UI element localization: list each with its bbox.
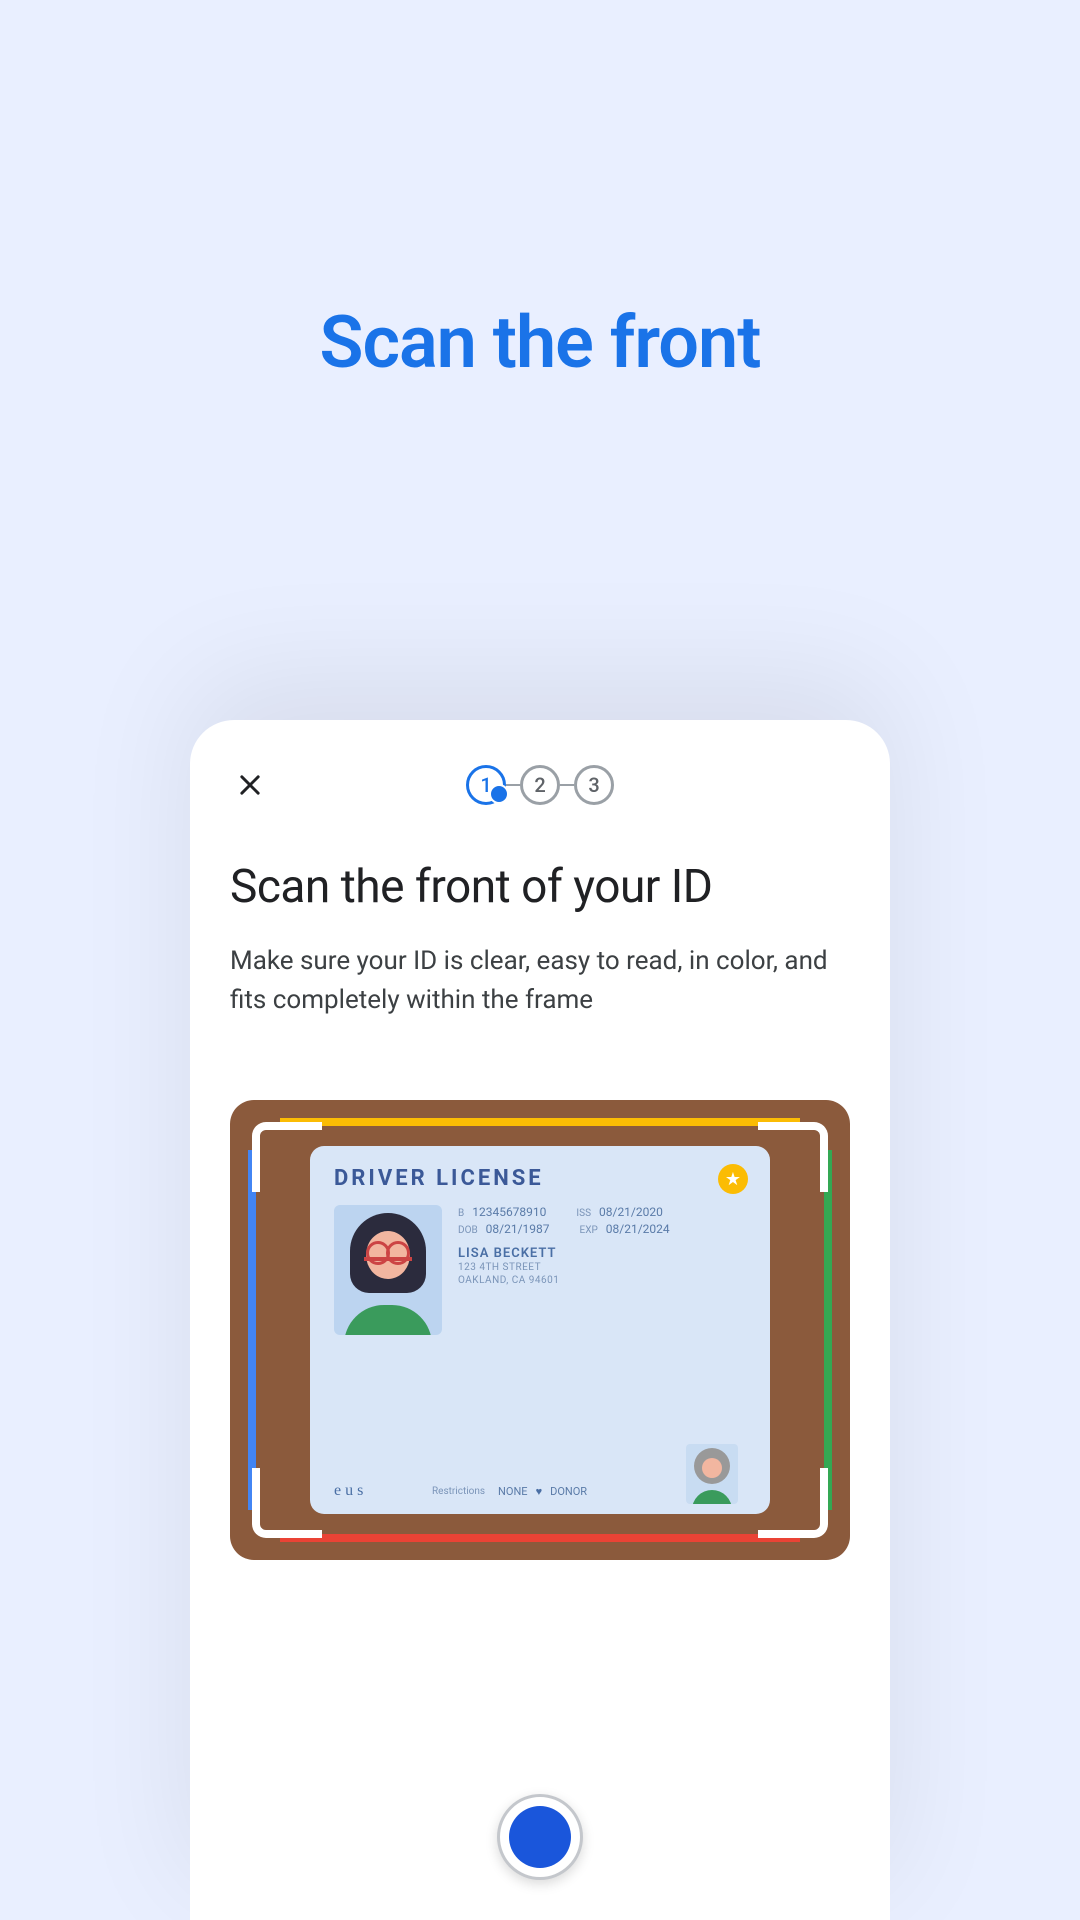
heart-icon: ♥ xyxy=(536,1485,543,1498)
close-icon xyxy=(236,771,264,799)
page-title: Scan the front xyxy=(0,0,1080,385)
frame-edge xyxy=(280,1118,800,1126)
id-card-title: DRIVER LICENSE xyxy=(334,1166,746,1191)
step-3: 3 xyxy=(574,765,614,805)
capture-button-inner xyxy=(509,1806,571,1868)
id-signature: e u s xyxy=(334,1482,424,1500)
progress-stepper: 1 2 3 xyxy=(466,765,614,805)
id-info: B 12345678910 ISS 08/21/2020 DOB 08/21/1… xyxy=(458,1205,746,1335)
frame-edge xyxy=(280,1534,800,1542)
top-bar: 1 2 3 xyxy=(230,760,850,810)
id-bottom-row: e u s Restrictions NONE ♥ DONOR xyxy=(334,1482,746,1500)
star-icon: ★ xyxy=(718,1164,748,1194)
screen-subtext: Make sure your ID is clear, easy to read… xyxy=(230,942,850,1020)
step-1: 1 xyxy=(466,765,506,805)
id-name: LISA BECKETT xyxy=(458,1246,746,1261)
close-button[interactable] xyxy=(230,765,270,805)
id-address: OAKLAND, CA 94601 xyxy=(458,1274,746,1287)
scan-screen: 1 2 3 Scan the front of your ID Make sur… xyxy=(190,720,890,1920)
sample-id-card: DRIVER LICENSE ★ B 12345678910 ISS 08/21… xyxy=(310,1146,770,1514)
id-address: 123 4TH STREET xyxy=(458,1261,746,1274)
screen-heading: Scan the front of your ID xyxy=(230,860,850,914)
id-photo xyxy=(334,1205,442,1335)
capture-button[interactable] xyxy=(497,1794,583,1880)
frame-edge xyxy=(248,1150,256,1510)
id-mini-photo xyxy=(686,1444,738,1504)
step-connector xyxy=(506,784,520,786)
step-2: 2 xyxy=(520,765,560,805)
frame-edge xyxy=(824,1150,832,1510)
scan-preview: DRIVER LICENSE ★ B 12345678910 ISS 08/21… xyxy=(230,1100,850,1560)
step-connector xyxy=(560,784,574,786)
